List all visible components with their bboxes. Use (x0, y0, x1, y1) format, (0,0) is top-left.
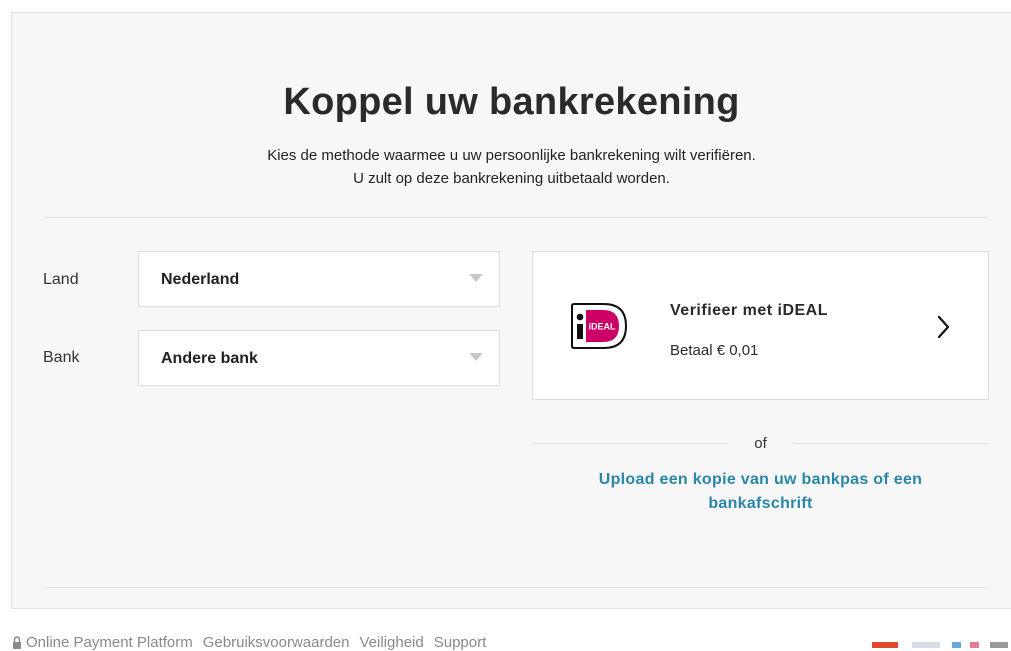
footer-links: Online Payment Platform Gebruiksvoorwaard… (12, 634, 496, 651)
or-separator: of (532, 433, 989, 453)
upload-link-line-2: bankafschrift (708, 495, 813, 512)
payment-icon-5 (990, 642, 1008, 648)
ideal-option-title: Verifieer met iDEAL (670, 302, 828, 319)
ideal-option-button[interactable]: iDEAL Verifieer met iDEAL Betaal € 0,01 (532, 251, 989, 400)
bank-link-card: Koppel uw bankrekening Kies de methode w… (11, 12, 1011, 609)
chevron-right-icon (937, 315, 950, 339)
ideal-option-price: Betaal € 0,01 (670, 342, 759, 359)
bank-label: Bank (43, 349, 80, 366)
upload-link-line-1: Upload een kopie van uw bankpas of een (598, 471, 923, 488)
country-select-value: Nederland (161, 271, 240, 288)
payment-icon-2 (912, 642, 940, 648)
footer-link-support[interactable]: Support (434, 634, 487, 651)
payment-icon-1 (872, 642, 898, 648)
lock-icon (13, 636, 21, 649)
page-title: Koppel uw bankrekening (283, 81, 740, 123)
dropdown-caret-icon (469, 353, 483, 361)
page-subtitle: Kies de methode waarmee u uw persoonlijk… (12, 144, 1011, 190)
dropdown-caret-icon (469, 274, 483, 282)
bank-select-value: Andere bank (161, 350, 258, 367)
ideal-logo-icon: iDEAL (571, 303, 628, 349)
top-divider (43, 217, 989, 218)
bank-select[interactable]: Andere bank (138, 330, 500, 386)
footer-link-terms[interactable]: Gebruiksvoorwaarden (203, 634, 350, 651)
payment-icon-4 (970, 642, 979, 648)
subtitle-line-1: Kies de methode waarmee u uw persoonlijk… (267, 147, 756, 164)
ideal-logo-text: iDEAL (589, 322, 617, 332)
separator-line-right (794, 443, 989, 444)
footer-link-platform[interactable]: Online Payment Platform (26, 634, 193, 651)
upload-bank-document-link[interactable]: Upload een kopie van uw bankpas of een b… (532, 468, 989, 516)
bottom-divider (43, 587, 989, 588)
country-select[interactable]: Nederland (138, 251, 500, 307)
country-label: Land (43, 271, 79, 288)
subtitle-line-2: U zult op deze bankrekening uitbetaald w… (353, 170, 670, 187)
footer-link-security[interactable]: Veiligheid (360, 634, 424, 651)
payment-icon-3 (952, 642, 961, 648)
